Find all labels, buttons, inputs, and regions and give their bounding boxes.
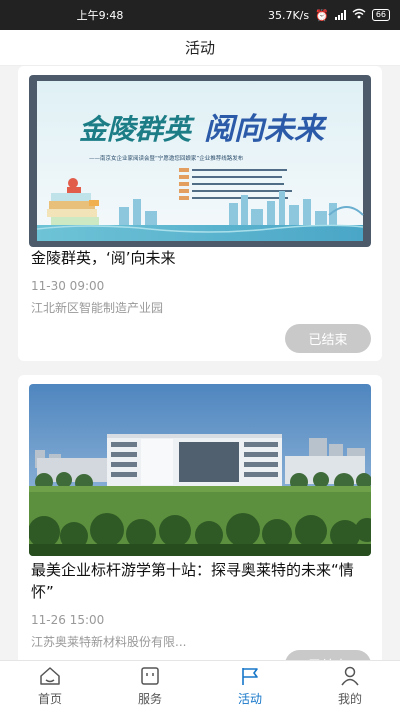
home-icon <box>40 667 60 685</box>
tab-label: 首页 <box>37 692 62 706</box>
bottom-tab-bar: 首页 服务 活动 我的 <box>0 660 400 711</box>
activity-card[interactable]: 最美企业标杆游学第十站：探寻奥莱特的未来“情怀” 11-26 15:00 江苏奥… <box>18 375 382 660</box>
activity-list[interactable]: 金陵群英 阅向未来 ——南京女企业家阅读会暨“宁愿邀您回娘家”企业推荐线路发布 <box>0 66 400 660</box>
page-title: 活动 <box>184 39 215 57</box>
activity-date: 11-26 15:00 <box>31 613 105 627</box>
activity-title[interactable]: 最美企业标杆游学第十站：探寻奥莱特的未来“情怀” <box>31 559 371 603</box>
status-icons: 35.7K/s ⏰ 66 <box>268 8 390 22</box>
status-time: 上午9:48 <box>76 9 124 22</box>
person-icon <box>341 666 359 686</box>
tab-service[interactable]: 服务 <box>100 661 200 711</box>
activity-title[interactable]: 金陵群英，‘阅’向未来 <box>31 247 371 269</box>
ended-status-button[interactable]: 已结束 <box>285 324 371 353</box>
tab-label: 服务 <box>137 692 162 706</box>
service-icon <box>141 667 159 685</box>
tab-label: 活动 <box>237 692 262 706</box>
status-bar: 上午9:48 35.7K/s ⏰ 66 <box>0 0 400 30</box>
wifi-icon <box>352 8 366 22</box>
activity-location: 江苏奥莱特新材料股份有限... <box>31 635 187 649</box>
banner-headline-a: 金陵群英 <box>79 113 195 146</box>
activity-photo-image[interactable] <box>29 384 371 556</box>
activity-date: 11-30 09:00 <box>31 279 105 293</box>
signal-icon <box>334 10 346 20</box>
tab-home[interactable]: 首页 <box>0 661 100 711</box>
activity-banner-image[interactable]: 金陵群英 阅向未来 ——南京女企业家阅读会暨“宁愿邀您回娘家”企业推荐线路发布 <box>29 75 371 247</box>
battery-icon: 66 <box>371 9 390 21</box>
network-speed: 35.7K/s <box>267 8 310 22</box>
banner-headline-b: 阅向未来 <box>204 112 328 147</box>
ended-status-button[interactable]: 已结束 <box>285 650 371 660</box>
title-bar: 活动 <box>0 30 400 66</box>
flag-icon <box>242 668 258 685</box>
tab-activity[interactable]: 活动 <box>200 661 300 711</box>
activity-location: 江北新区智能制造产业园 <box>31 301 164 315</box>
tab-label: 我的 <box>337 692 362 706</box>
banner-subtitle: ——南京女企业家阅读会暨“宁愿邀您回娘家”企业推荐线路发布 <box>89 154 244 162</box>
activity-card[interactable]: 金陵群英 阅向未来 ——南京女企业家阅读会暨“宁愿邀您回娘家”企业推荐线路发布 <box>18 66 382 361</box>
tab-mine[interactable]: 我的 <box>300 661 400 711</box>
alarm-icon: ⏰ <box>315 8 329 22</box>
